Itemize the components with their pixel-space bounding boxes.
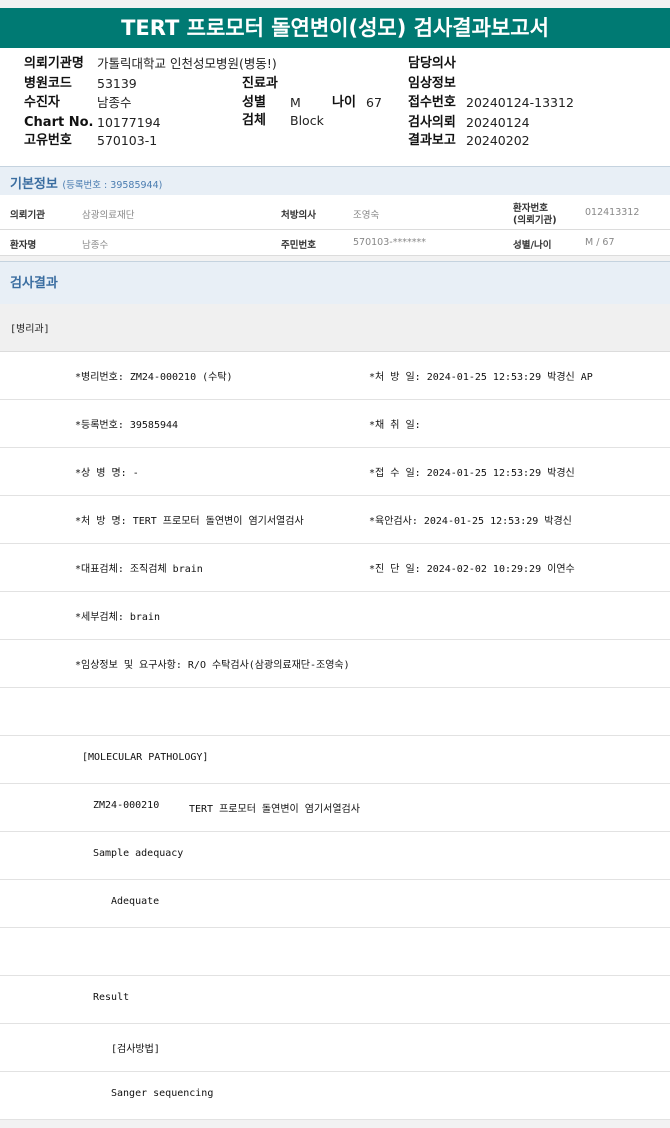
report-header: 의뢰기관명 가톨릭대학교 인천성모병원(병동!) 담당의사 병원코드 53139… [0, 48, 670, 166]
clinical-label: 임상정보 [408, 76, 456, 91]
result-row-3: *상 병 명: - *접 수 일: 2024-01-25 12:53:29 박경… [0, 448, 670, 496]
result-row-4: *처 방 명: TERT 프로모터 돌연변이 염기서열검사 *육안검사: 202… [0, 496, 670, 544]
req-inst-value: 삼광의료재단 [82, 210, 135, 221]
sex-value: M [290, 95, 301, 110]
basic-info-title: 기본정보 [10, 177, 58, 192]
gross-exam-date: *육안검사: 2024-01-25 12:53:29 박경신 [369, 516, 572, 527]
request-value: 20240124 [466, 115, 530, 130]
age-label: 나이 [332, 95, 356, 110]
receiver-value: 남종수 [97, 95, 132, 110]
receipt-no-value: 20240124-13312 [466, 95, 574, 110]
blank-row [0, 688, 670, 736]
basic-info-row-1: 의뢰기관 삼광의료재단 처방의사 조영숙 환자번호 (의뢰기관) 0124133… [0, 195, 670, 230]
disease-name: *상 병 명: - [75, 468, 139, 479]
mp-test-row: ZM24-000210 TERT 프로모터 돌연변이 염기서열검사 [0, 784, 670, 832]
patient-name-label: 환자명 [10, 240, 37, 251]
report-title: TERT 프로모터 돌연변이(성모) 검사결과보고서 [0, 8, 670, 48]
resident-no-label: 주민번호 [281, 240, 316, 251]
collection-date: *채 취 일: [369, 420, 421, 431]
method-label-row: [검사방법] [0, 1024, 670, 1072]
patient-no-value: 012413312 [585, 207, 640, 218]
result-title: 검사결과 [10, 276, 58, 291]
sex-age-value: M / 67 [585, 237, 615, 248]
institution-value: 가톨릭대학교 인천성모병원(병동!) [97, 56, 277, 71]
patient-no-sublabel: (의뢰기관) [513, 215, 557, 226]
result-label: Result [93, 992, 130, 1003]
sex-age-label: 성별/나이 [513, 240, 552, 251]
basic-info-header: 기본정보 (등록번호 : 39585944) [0, 166, 670, 196]
chart-no-label: Chart No. [24, 115, 94, 130]
mp-test-name: TERT 프로모터 돌연변이 염기서열검사 [189, 804, 360, 815]
prescriber-value: 조영숙 [353, 210, 380, 221]
mp-title-row: [MOLECULAR PATHOLOGY] [0, 736, 670, 784]
sample-adequacy-label: Sample adequacy [93, 848, 184, 859]
prescription-date: *처 방 일: 2024-01-25 12:53:29 박경신 AP [369, 372, 593, 383]
req-inst-label: 의뢰기관 [10, 210, 45, 221]
diagnosis-date: *진 단 일: 2024-02-02 10:29:29 이연수 [369, 564, 575, 575]
patient-name-value: 남종수 [82, 240, 109, 251]
dept-tag: [병리과] [10, 324, 50, 335]
blank-row-2 [0, 928, 670, 976]
institution-label: 의뢰기관명 [24, 56, 84, 71]
sample-adequacy-value: Adequate [111, 896, 160, 907]
result-row-6: *세부검체: brain [0, 592, 670, 640]
receipt-no-label: 접수번호 [408, 95, 456, 110]
sex-label: 성별 [242, 95, 266, 110]
method-value: Sanger sequencing [111, 1088, 214, 1099]
result-label-row: Result [0, 976, 670, 1024]
sample-adequacy-row: Sample adequacy [0, 832, 670, 880]
chart-no-value: 10177194 [97, 115, 161, 130]
unique-no-value: 570103-1 [97, 133, 158, 148]
receipt-date: *접 수 일: 2024-01-25 12:53:29 박경신 [369, 468, 575, 479]
report-date-value: 20240202 [466, 133, 530, 148]
detail-specimen: *세부검체: brain [75, 612, 160, 623]
resident-no-value: 570103-******* [353, 237, 426, 248]
receiver-label: 수진자 [24, 95, 60, 110]
sample-adequacy-value-row: Adequate [0, 880, 670, 928]
method-label: [검사방법] [111, 1044, 160, 1055]
specimen-label: 검체 [242, 113, 266, 128]
dept-tag-row: [병리과] [0, 304, 670, 352]
method-value-row: Sanger sequencing [0, 1072, 670, 1120]
prescriber-label: 처방의사 [281, 210, 316, 221]
result-row-2: *등록번호: 39585944 *채 취 일: [0, 400, 670, 448]
mp-test-id: ZM24-000210 [93, 800, 160, 811]
request-label: 검사의뢰 [408, 115, 456, 130]
registration-no: *등록번호: 39585944 [75, 420, 179, 431]
basic-info-row-2: 환자명 남종수 주민번호 570103-******* 성별/나이 M / 67 [0, 230, 670, 256]
mp-title: [MOLECULAR PATHOLOGY] [82, 752, 209, 763]
prescription-name: *처 방 명: TERT 프로모터 돌연변이 염기서열검사 [75, 516, 304, 527]
hospital-code-value: 53139 [97, 76, 137, 91]
representative-specimen: *대표검체: 조직검체 brain [75, 564, 203, 575]
result-row-5: *대표검체: 조직검체 brain *진 단 일: 2024-02-02 10:… [0, 544, 670, 592]
unique-no-label: 고유번호 [24, 133, 72, 148]
specimen-value: Block [290, 113, 324, 128]
clinical-info-request: *임상정보 및 요구사항: R/O 수탁검사(삼광의료재단-조영숙) [75, 660, 350, 671]
basic-info-subtitle: (등록번호 : 39585944) [62, 180, 163, 191]
hospital-code-label: 병원코드 [24, 76, 72, 91]
result-row-7: *임상정보 및 요구사항: R/O 수탁검사(삼광의료재단-조영숙) [0, 640, 670, 688]
age-value: 67 [366, 95, 382, 110]
result-row-1: *병리번호: ZM24-000210 (수탁) *처 방 일: 2024-01-… [0, 352, 670, 400]
dept-label: 진료과 [242, 76, 278, 91]
pathology-no: *병리번호: ZM24-000210 (수탁) [75, 372, 233, 383]
doctor-label: 담당의사 [408, 56, 456, 71]
report-date-label: 결과보고 [408, 133, 456, 148]
result-header: 검사결과 [0, 261, 670, 305]
